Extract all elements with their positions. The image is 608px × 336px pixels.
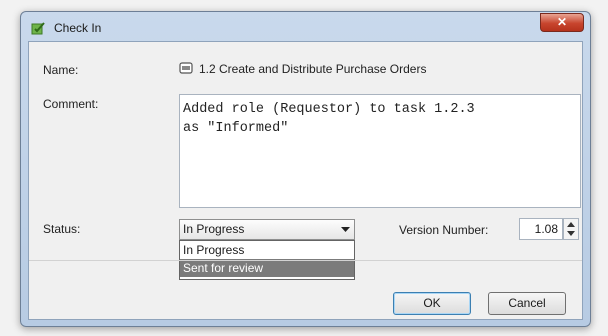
name-value: 1.2 Create and Distribute Purchase Order… — [199, 62, 427, 76]
status-option-in-progress[interactable]: In Progress — [180, 241, 354, 259]
version-number-input[interactable]: 1.08 — [519, 218, 563, 240]
status-select[interactable]: In Progress — [179, 219, 355, 240]
check-in-icon — [31, 22, 45, 35]
comment-label: Comment: — [43, 97, 99, 111]
separator — [29, 260, 582, 261]
spin-up-button[interactable] — [564, 219, 578, 229]
status-label: Status: — [43, 222, 81, 236]
arrow-down-icon — [567, 231, 575, 236]
window-title: Check In — [54, 21, 102, 35]
name-label: Name: — [43, 63, 79, 77]
close-button[interactable]: ✕ — [540, 13, 584, 32]
version-label: Version Number: — [399, 223, 489, 237]
cancel-button[interactable]: Cancel — [488, 292, 566, 315]
check-in-dialog: Check In ✕ Name: 1.2 Create and Distribu… — [20, 11, 591, 327]
task-icon — [179, 62, 193, 74]
close-icon: ✕ — [556, 15, 568, 29]
chevron-down-icon — [341, 227, 350, 232]
status-option-sent-for-review[interactable]: Sent for review — [180, 259, 354, 277]
spin-down-button[interactable] — [564, 229, 578, 239]
dialog-body: Name: 1.2 Create and Distribute Purchase… — [28, 41, 583, 320]
comment-textarea[interactable]: Added role (Requestor) to task 1.2.3 as … — [179, 94, 581, 208]
version-spinner[interactable] — [563, 218, 579, 240]
title-bar[interactable]: Check In ✕ — [21, 12, 590, 42]
ok-button[interactable]: OK — [393, 292, 471, 315]
arrow-up-icon — [567, 222, 575, 227]
status-selected-value: In Progress — [183, 222, 245, 236]
